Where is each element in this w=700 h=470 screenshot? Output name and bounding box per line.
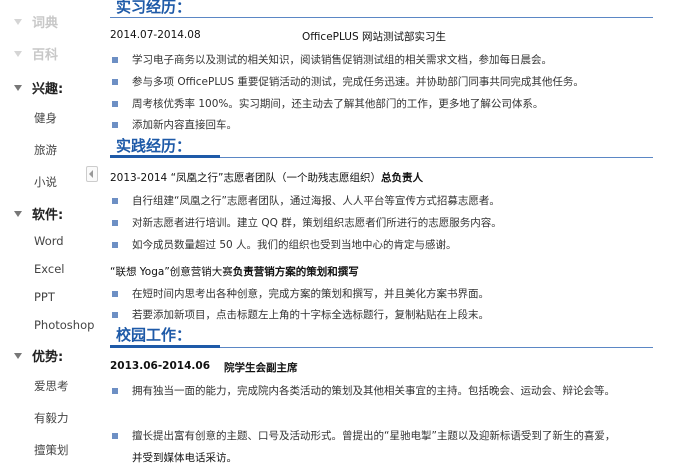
sidebar-section-title: 兴趣: <box>32 82 64 97</box>
list-item: 在短时间内思考出各种创意，完成方案的策划和撰写，并且美化方案书界面。 <box>112 286 489 301</box>
sidebar-item-excel[interactable]: Excel <box>34 262 64 276</box>
sidebar-item-word[interactable]: Word <box>34 234 64 248</box>
section-title-practice: 实践经历： <box>116 137 192 155</box>
sidebar-item-thinking[interactable]: 爱思考 <box>34 378 69 394</box>
sidebar-section-strengths[interactable]: 优势: <box>14 346 63 365</box>
sidebar-item-label: 百科 <box>32 48 59 63</box>
collapse-triangle-icon <box>14 210 22 217</box>
collapse-triangle-icon <box>14 50 22 57</box>
list-item: 参与多项 OfficePLUS 重要促销活动的测试，完成任务迅速。并协助部门同事… <box>112 74 584 89</box>
sidebar: 词典 百科 兴趣: 健身 旅游 小说 软件: Word Excel PPT Ph… <box>0 0 100 470</box>
sidebar-section-title: 软件: <box>32 208 64 223</box>
section-title-campus: 校园工作： <box>116 326 192 344</box>
sidebar-item-label: 词典 <box>32 16 59 31</box>
bullet-icon <box>112 219 118 226</box>
list-item: 擅长提出富有创意的主题、口号及活动形式。曾提出的“星驰电掣”主题以及迎新标语受到… <box>112 428 615 443</box>
section-accent-bar <box>110 155 220 158</box>
bullet-icon <box>112 241 118 248</box>
section-divider <box>220 347 653 348</box>
list-item: 添加新内容直接回车。 <box>112 117 237 132</box>
sidebar-item-planning[interactable]: 擅策划 <box>34 442 69 458</box>
sidebar-item-dictionary[interactable]: 词典 <box>14 12 58 31</box>
sidebar-item-travel[interactable]: 旅游 <box>34 142 57 158</box>
campus-date: 2013.06-2014.06 <box>110 360 211 372</box>
bullet-icon <box>112 100 118 107</box>
sidebar-item-photoshop[interactable]: Photoshop <box>34 318 94 332</box>
resume-page: 实习经历： 2014.07-2014.08 OfficePLUS 网站测试部实习… <box>106 0 654 470</box>
list-item-continuation: 并受到媒体电话采访。 <box>132 452 237 464</box>
list-item: 对新志愿者进行培训。建立 QQ 群，策划组织志愿者们所进行的志愿服务内容。 <box>112 215 502 230</box>
internship-org: OfficePLUS 网站测试部实习生 <box>302 31 446 43</box>
sidebar-section-software[interactable]: 软件: <box>14 204 63 223</box>
list-item: 学习电子商务以及测试的相关知识，阅读销售促销测试组的相关需求文档，参加每日晨会。 <box>112 52 552 67</box>
collapse-triangle-icon <box>14 84 22 91</box>
section-divider <box>220 157 653 158</box>
section-accent-bar <box>110 345 220 348</box>
bullet-icon <box>112 432 118 439</box>
list-item: 如今成员数量超过 50 人。我们的组织也受到当地中心的肯定与感谢。 <box>112 237 457 252</box>
section-divider <box>110 17 653 18</box>
bullet-icon <box>112 311 118 318</box>
list-item: 若要添加新项目，点击标题左上角的十字标全选标题行，复制粘贴在上段末。 <box>112 307 489 322</box>
bullet-icon <box>112 78 118 85</box>
section-title-internship: 实习经历： <box>116 0 192 16</box>
collapse-panel-arrow-icon[interactable] <box>86 166 98 182</box>
sidebar-item-novels[interactable]: 小说 <box>34 174 57 190</box>
practice-entry-heading: “联想 Yoga”创意营销大赛负责营销方案的策划和撰写 <box>110 266 359 278</box>
list-item: 拥有独当一面的能力，完成院内各类活动的策划及其他相关事宜的主持。包括晚会、运动会… <box>112 383 615 398</box>
list-item: 周考核优秀率 100%。实习期间，还主动去了解其他部门的工作，更多地了解公司体系… <box>112 96 543 111</box>
collapse-triangle-icon <box>14 18 22 25</box>
bullet-icon <box>112 56 118 63</box>
internship-date: 2014.07-2014.08 <box>110 29 201 41</box>
bullet-icon <box>112 197 118 204</box>
sidebar-item-persistence[interactable]: 有毅力 <box>34 410 69 426</box>
bullet-icon <box>112 387 118 394</box>
collapse-triangle-icon <box>14 352 22 359</box>
campus-role: 院学生会副主席 <box>224 362 298 374</box>
list-item: 自行组建“凤凰之行”志愿者团队，通过海报、人人平台等宣传方式招募志愿者。 <box>112 193 500 208</box>
bullet-icon <box>112 121 118 128</box>
sidebar-item-fitness[interactable]: 健身 <box>34 110 57 126</box>
sidebar-section-title: 优势: <box>32 350 64 365</box>
sidebar-item-ppt[interactable]: PPT <box>34 290 55 304</box>
sidebar-item-encyclopedia[interactable]: 百科 <box>14 44 58 63</box>
bullet-icon <box>112 290 118 297</box>
sidebar-section-interests[interactable]: 兴趣: <box>14 78 63 97</box>
practice-entry-heading: 2013-2014 “凤凰之行”志愿者团队（一个助残志愿组织）总负责人 <box>110 172 423 184</box>
